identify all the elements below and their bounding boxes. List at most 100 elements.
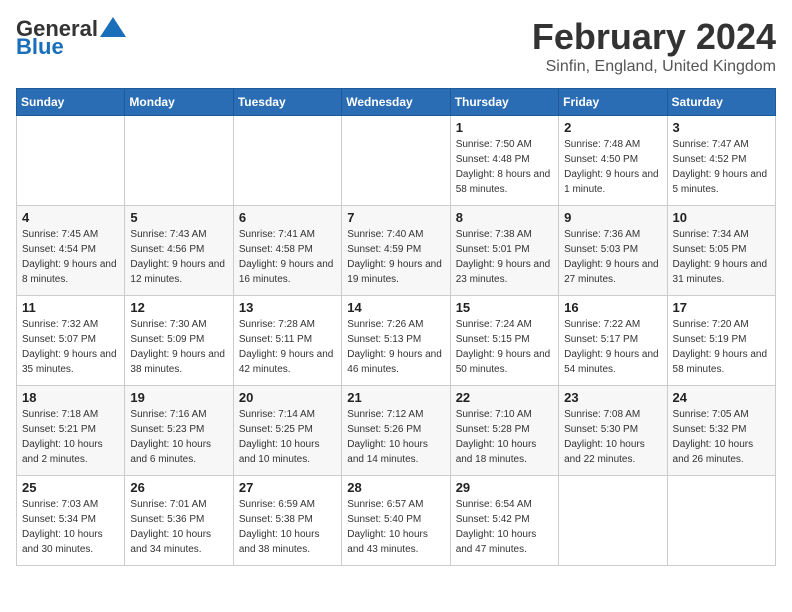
day-number: 18 [22, 390, 119, 405]
calendar-cell: 13 Sunrise: 7:28 AM Sunset: 5:11 PM Dayli… [233, 296, 341, 386]
calendar-cell: 2 Sunrise: 7:48 AM Sunset: 4:50 PM Daylig… [559, 116, 667, 206]
calendar-cell: 29Sunrise: 6:54 AM Sunset: 5:42 PM Dayli… [450, 476, 558, 566]
day-number: 20 [239, 390, 336, 405]
day-info: Sunrise: 7:43 AM Sunset: 4:56 PM Dayligh… [130, 227, 227, 287]
day-info: Sunrise: 7:05 AM Sunset: 5:32 PM Dayligh… [673, 407, 770, 467]
day-number: 19 [130, 390, 227, 405]
day-info: Sunrise: 7:28 AM Sunset: 5:11 PM Dayligh… [239, 317, 336, 377]
calendar-cell: 18Sunrise: 7:18 AM Sunset: 5:21 PM Dayli… [17, 386, 125, 476]
day-number: 16 [564, 300, 661, 315]
day-number: 10 [673, 210, 770, 225]
day-number: 15 [456, 300, 553, 315]
day-info: Sunrise: 7:01 AM Sunset: 5:36 PM Dayligh… [130, 497, 227, 557]
day-info: Sunrise: 7:45 AM Sunset: 4:54 PM Dayligh… [22, 227, 119, 287]
calendar-week-3: 11 Sunrise: 7:32 AM Sunset: 5:07 PM Dayli… [17, 296, 776, 386]
day-info: Sunrise: 7:50 AM Sunset: 4:48 PM Dayligh… [456, 137, 553, 197]
location-title: Sinfin, England, United Kingdom [532, 58, 776, 76]
calendar-cell: 5Sunrise: 7:43 AM Sunset: 4:56 PM Daylig… [125, 206, 233, 296]
calendar-cell: 23 Sunrise: 7:08 AM Sunset: 5:30 PM Dayli… [559, 386, 667, 476]
day-info: Sunrise: 7:36 AM Sunset: 5:03 PM Dayligh… [564, 227, 661, 287]
day-info: Sunrise: 6:59 AM Sunset: 5:38 PM Dayligh… [239, 497, 336, 557]
logo-blue: Blue [16, 34, 64, 60]
day-number: 27 [239, 480, 336, 495]
calendar-cell: 24 Sunrise: 7:05 AM Sunset: 5:32 PM Dayli… [667, 386, 775, 476]
day-number: 12 [130, 300, 227, 315]
calendar-cell [559, 476, 667, 566]
day-number: 24 [673, 390, 770, 405]
day-info: Sunrise: 7:14 AM Sunset: 5:25 PM Dayligh… [239, 407, 336, 467]
calendar-week-4: 18Sunrise: 7:18 AM Sunset: 5:21 PM Dayli… [17, 386, 776, 476]
calendar-cell: 11 Sunrise: 7:32 AM Sunset: 5:07 PM Dayli… [17, 296, 125, 386]
calendar-cell: 3 Sunrise: 7:47 AM Sunset: 4:52 PM Daylig… [667, 116, 775, 206]
logo: General Blue [16, 16, 126, 60]
calendar-cell [17, 116, 125, 206]
calendar-cell [233, 116, 341, 206]
weekday-header-thursday: Thursday [450, 89, 558, 116]
day-number: 3 [673, 120, 770, 135]
calendar-cell: 4 Sunrise: 7:45 AM Sunset: 4:54 PM Daylig… [17, 206, 125, 296]
weekday-header-saturday: Saturday [667, 89, 775, 116]
day-info: Sunrise: 7:16 AM Sunset: 5:23 PM Dayligh… [130, 407, 227, 467]
day-info: Sunrise: 6:54 AM Sunset: 5:42 PM Dayligh… [456, 497, 553, 557]
calendar-cell: 8Sunrise: 7:38 AM Sunset: 5:01 PM Daylig… [450, 206, 558, 296]
day-number: 26 [130, 480, 227, 495]
calendar-cell: 17 Sunrise: 7:20 AM Sunset: 5:19 PM Dayli… [667, 296, 775, 386]
month-title: February 2024 [532, 16, 776, 58]
day-number: 28 [347, 480, 444, 495]
day-info: Sunrise: 7:41 AM Sunset: 4:58 PM Dayligh… [239, 227, 336, 287]
calendar-cell: 28 Sunrise: 6:57 AM Sunset: 5:40 PM Dayli… [342, 476, 450, 566]
day-number: 7 [347, 210, 444, 225]
day-info: Sunrise: 7:30 AM Sunset: 5:09 PM Dayligh… [130, 317, 227, 377]
calendar-cell: 6 Sunrise: 7:41 AM Sunset: 4:58 PM Daylig… [233, 206, 341, 296]
calendar-cell: 20 Sunrise: 7:14 AM Sunset: 5:25 PM Dayli… [233, 386, 341, 476]
day-info: Sunrise: 6:57 AM Sunset: 5:40 PM Dayligh… [347, 497, 444, 557]
day-number: 1 [456, 120, 553, 135]
day-info: Sunrise: 7:10 AM Sunset: 5:28 PM Dayligh… [456, 407, 553, 467]
calendar-cell: 10 Sunrise: 7:34 AM Sunset: 5:05 PM Dayli… [667, 206, 775, 296]
calendar-cell [667, 476, 775, 566]
calendar-cell: 14 Sunrise: 7:26 AM Sunset: 5:13 PM Dayli… [342, 296, 450, 386]
day-number: 2 [564, 120, 661, 135]
day-number: 25 [22, 480, 119, 495]
calendar-cell: 19 Sunrise: 7:16 AM Sunset: 5:23 PM Dayli… [125, 386, 233, 476]
calendar-cell: 7 Sunrise: 7:40 AM Sunset: 4:59 PM Daylig… [342, 206, 450, 296]
day-info: Sunrise: 7:48 AM Sunset: 4:50 PM Dayligh… [564, 137, 661, 197]
calendar-cell: 25Sunrise: 7:03 AM Sunset: 5:34 PM Dayli… [17, 476, 125, 566]
day-info: Sunrise: 7:47 AM Sunset: 4:52 PM Dayligh… [673, 137, 770, 197]
page-header: General Blue February 2024 Sinfin, Engla… [16, 16, 776, 76]
calendar-cell: 22 Sunrise: 7:10 AM Sunset: 5:28 PM Dayli… [450, 386, 558, 476]
logo-icon [100, 17, 126, 37]
day-info: Sunrise: 7:38 AM Sunset: 5:01 PM Dayligh… [456, 227, 553, 287]
day-info: Sunrise: 7:24 AM Sunset: 5:15 PM Dayligh… [456, 317, 553, 377]
day-info: Sunrise: 7:32 AM Sunset: 5:07 PM Dayligh… [22, 317, 119, 377]
calendar-cell [125, 116, 233, 206]
calendar-week-5: 25Sunrise: 7:03 AM Sunset: 5:34 PM Dayli… [17, 476, 776, 566]
title-area: February 2024 Sinfin, England, United Ki… [532, 16, 776, 76]
calendar-cell: 9 Sunrise: 7:36 AM Sunset: 5:03 PM Daylig… [559, 206, 667, 296]
weekday-header-tuesday: Tuesday [233, 89, 341, 116]
calendar-cell: 12 Sunrise: 7:30 AM Sunset: 5:09 PM Dayli… [125, 296, 233, 386]
day-info: Sunrise: 7:34 AM Sunset: 5:05 PM Dayligh… [673, 227, 770, 287]
day-info: Sunrise: 7:26 AM Sunset: 5:13 PM Dayligh… [347, 317, 444, 377]
weekday-header-friday: Friday [559, 89, 667, 116]
day-number: 23 [564, 390, 661, 405]
calendar-week-2: 4 Sunrise: 7:45 AM Sunset: 4:54 PM Daylig… [17, 206, 776, 296]
day-info: Sunrise: 7:08 AM Sunset: 5:30 PM Dayligh… [564, 407, 661, 467]
day-number: 14 [347, 300, 444, 315]
day-number: 9 [564, 210, 661, 225]
calendar-cell: 15 Sunrise: 7:24 AM Sunset: 5:15 PM Dayli… [450, 296, 558, 386]
day-number: 6 [239, 210, 336, 225]
weekday-header-monday: Monday [125, 89, 233, 116]
day-number: 4 [22, 210, 119, 225]
day-number: 11 [22, 300, 119, 315]
day-info: Sunrise: 7:20 AM Sunset: 5:19 PM Dayligh… [673, 317, 770, 377]
day-number: 22 [456, 390, 553, 405]
weekday-header-sunday: Sunday [17, 89, 125, 116]
day-info: Sunrise: 7:40 AM Sunset: 4:59 PM Dayligh… [347, 227, 444, 287]
calendar-cell: 1 Sunrise: 7:50 AM Sunset: 4:48 PM Daylig… [450, 116, 558, 206]
calendar-cell [342, 116, 450, 206]
calendar-cell: 21Sunrise: 7:12 AM Sunset: 5:26 PM Dayli… [342, 386, 450, 476]
day-number: 17 [673, 300, 770, 315]
day-number: 13 [239, 300, 336, 315]
calendar-cell: 16Sunrise: 7:22 AM Sunset: 5:17 PM Dayli… [559, 296, 667, 386]
